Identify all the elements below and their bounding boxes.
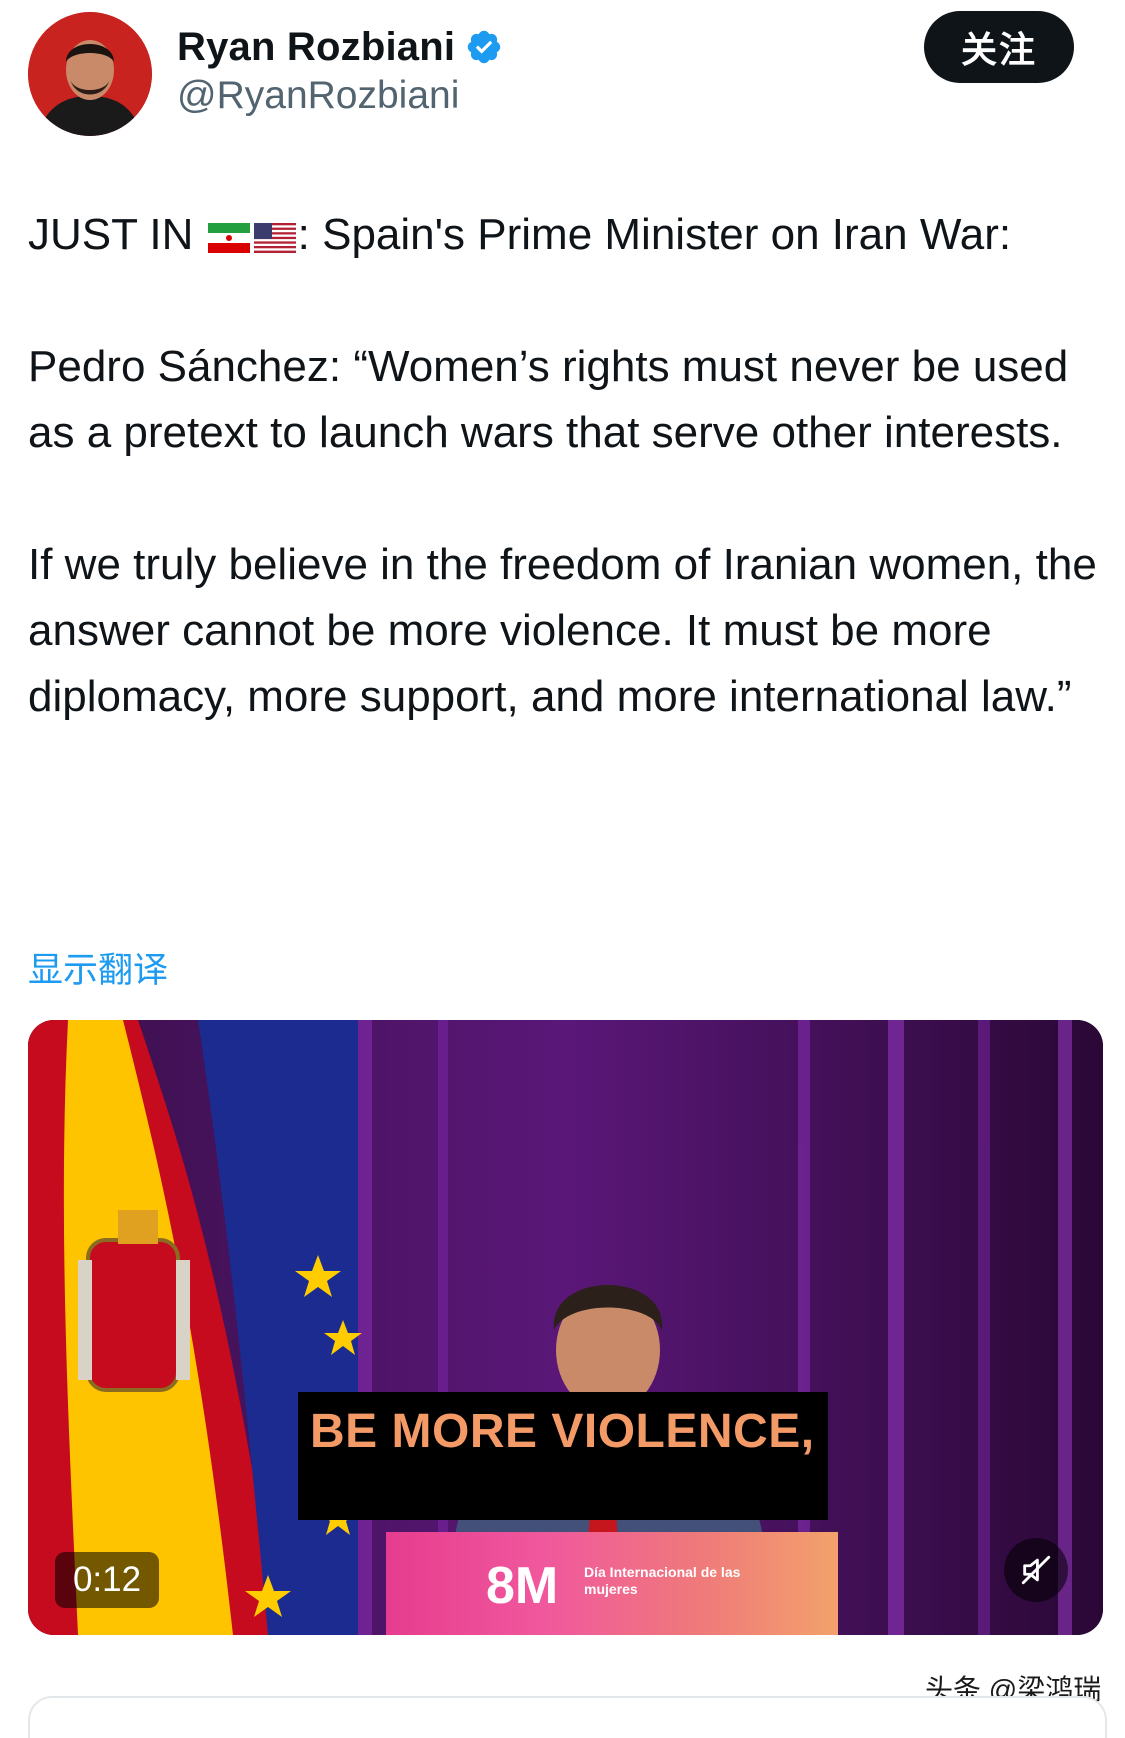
podium-logo: 8M [486, 1557, 559, 1615]
podium-sign: 8M Día Internacional de las mujeres [386, 1532, 838, 1635]
tweet-intro-prefix: JUST IN [28, 210, 206, 259]
show-translation-link[interactable]: 显示翻译 [28, 942, 168, 993]
podium-caption: Día Internacional de las mujeres [584, 1564, 741, 1597]
verified-badge-icon [467, 30, 501, 64]
author-name-row: Ryan Rozbiani [177, 22, 503, 72]
avatar-photo [28, 12, 152, 136]
author-name[interactable]: Ryan Rozbiani [177, 25, 455, 70]
tweet-intro-line: JUST IN : Spain's Prime Minister on Iran… [28, 202, 1108, 268]
tweet-intro-suffix: : Spain's Prime Minister on Iran War: [297, 210, 1012, 259]
tweet-quote-part1: Pedro Sánchez: “Women’s rights must neve… [28, 342, 1069, 457]
next-card-edge [28, 1696, 1107, 1738]
subtitle-box: BE MORE VIOLENCE, [298, 1392, 828, 1520]
tweet-quote-part2: If we truly believe in the freedom of Ir… [28, 540, 1097, 721]
speaker-muted-icon [1021, 1555, 1051, 1585]
video-duration: 0:12 [55, 1552, 159, 1608]
author-handle[interactable]: @RyanRozbiani [177, 74, 459, 118]
iran-flag-icon [207, 223, 250, 253]
mute-toggle-button[interactable] [1004, 1538, 1068, 1602]
video-player[interactable]: BE MORE VIOLENCE, 8M Día Internacional d… [28, 1020, 1103, 1635]
us-flag-icon [253, 223, 296, 253]
video-subtitle: BE MORE VIOLENCE, [310, 1405, 815, 1458]
follow-button[interactable]: 关注 [924, 11, 1074, 83]
tweet-text: JUST IN : Spain's Prime Minister on Iran… [28, 202, 1108, 730]
author-avatar[interactable] [28, 12, 152, 136]
